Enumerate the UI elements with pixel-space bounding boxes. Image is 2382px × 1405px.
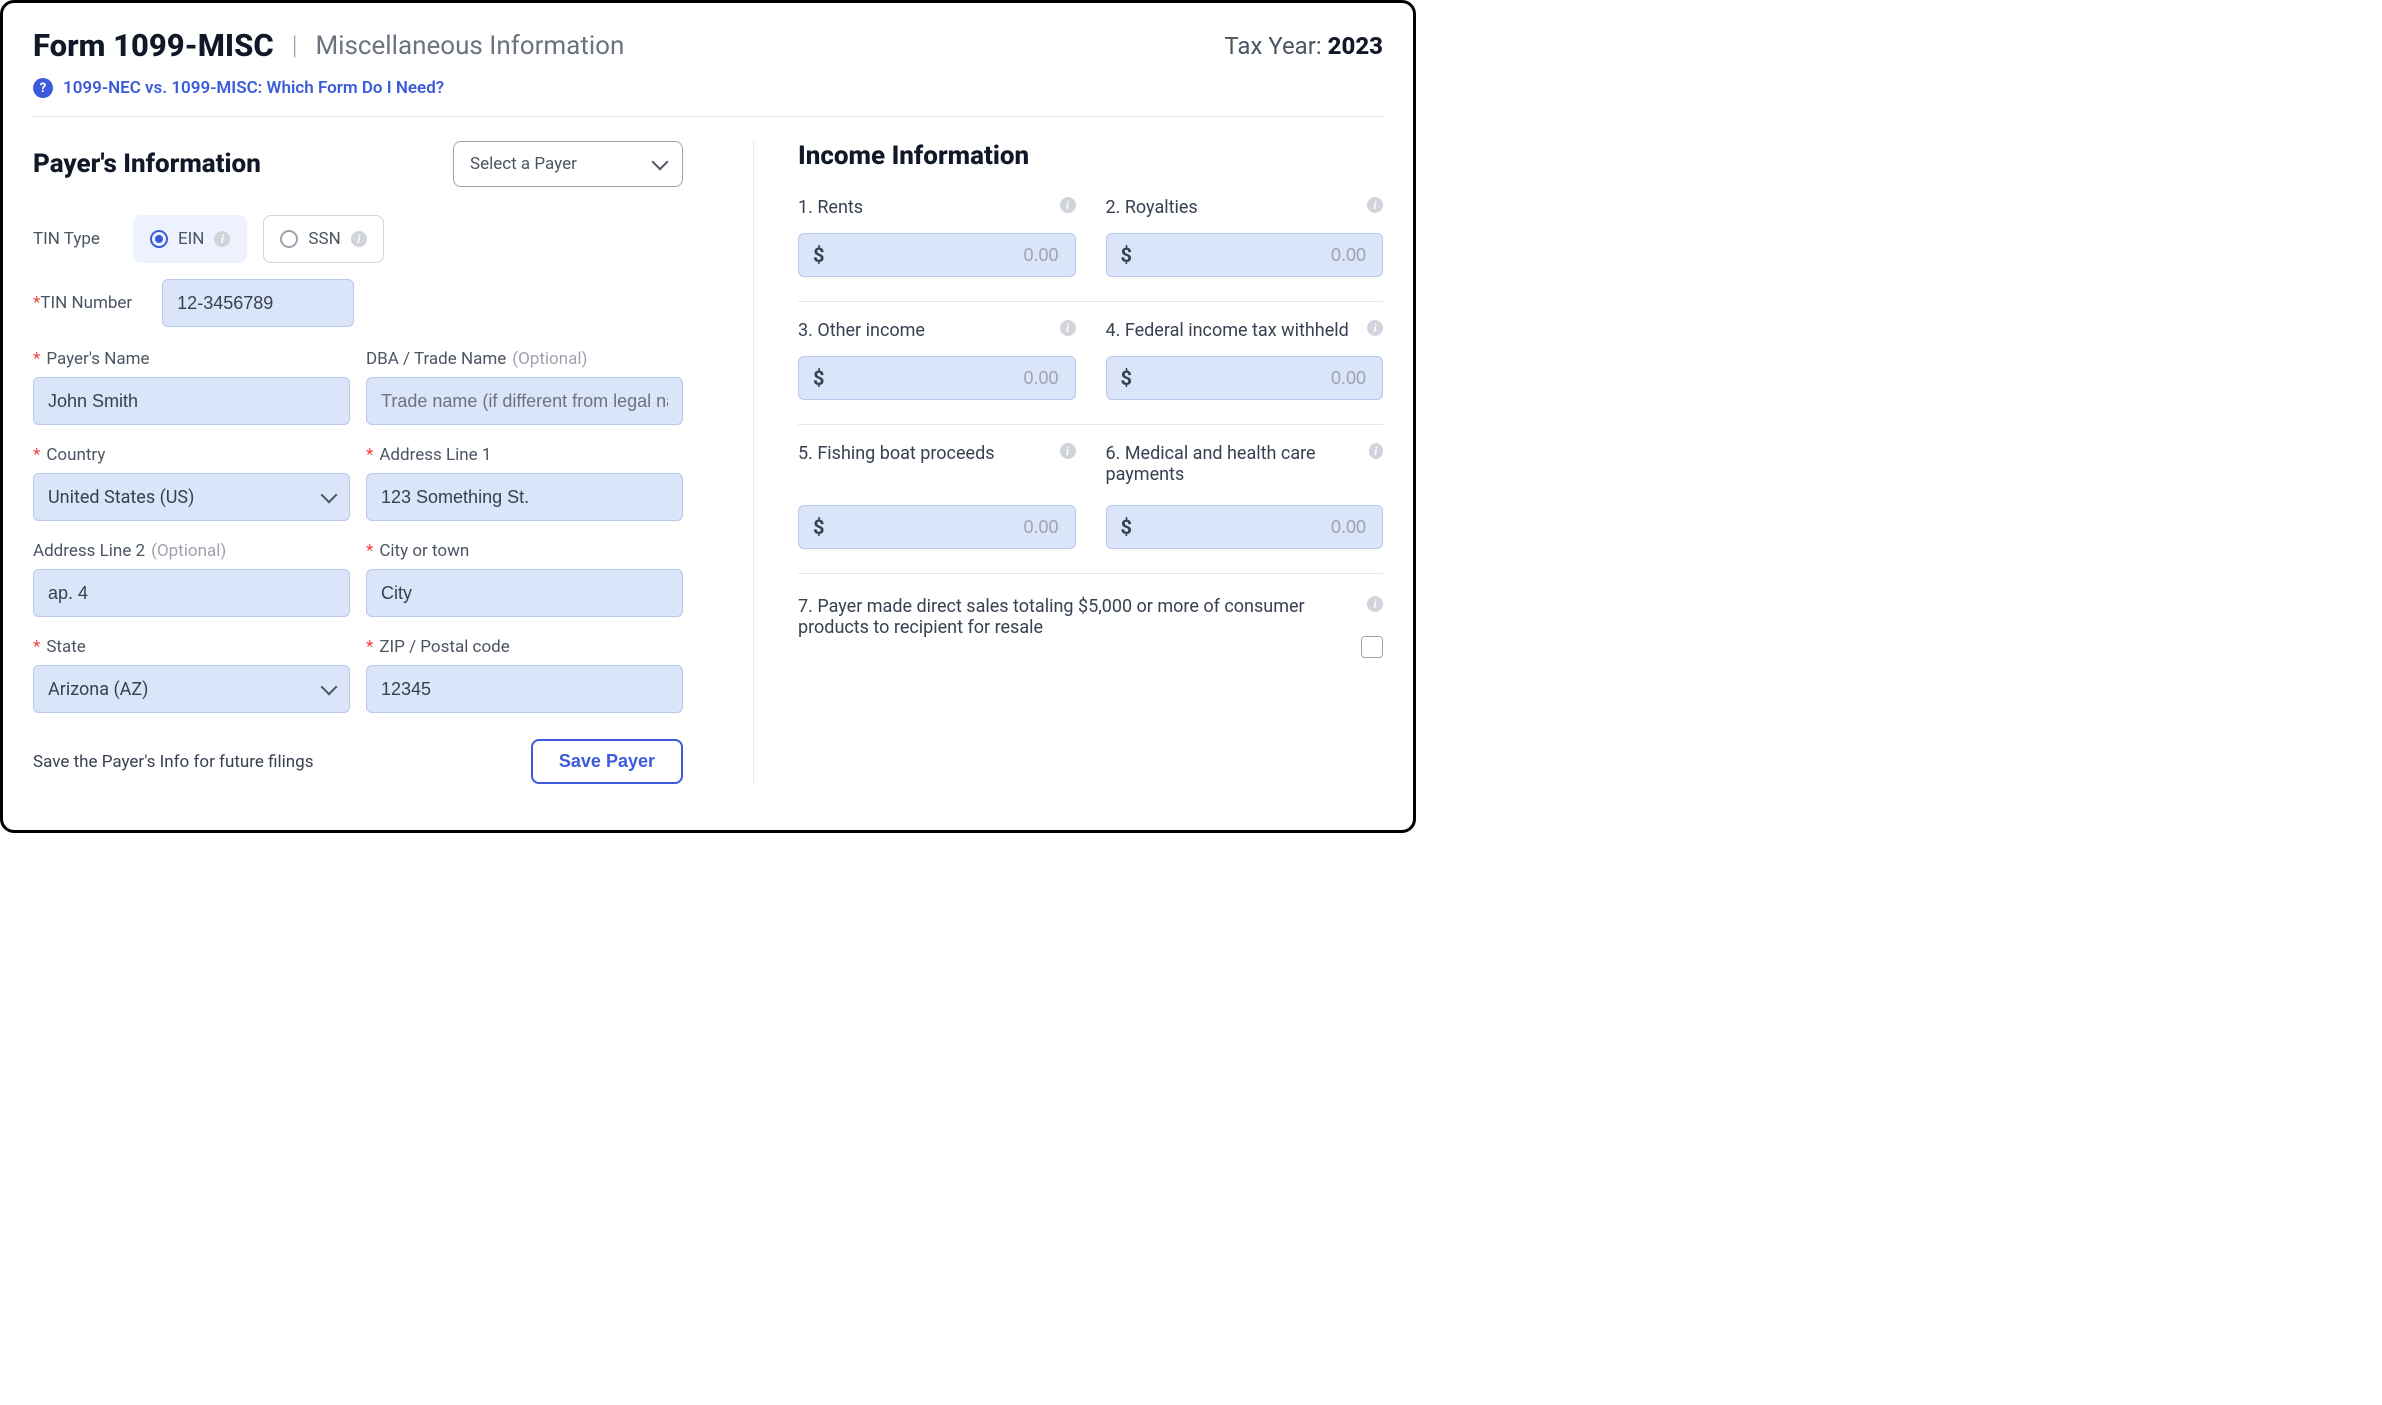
- tin-type-ssn-radio[interactable]: SSN: [263, 215, 383, 263]
- income-grid: 1. Rents $ 2. Royalties $ 3. Other inco: [798, 197, 1383, 658]
- direct-sales-checkbox[interactable]: [1361, 636, 1383, 658]
- chevron-down-icon: [321, 679, 338, 696]
- addr2-label: Address Line 2: [33, 541, 145, 561]
- tin-number-label: TIN Number: [40, 293, 132, 313]
- tin-type-label: TIN Type: [33, 229, 117, 249]
- dollar-icon: $: [813, 515, 824, 539]
- medical-input[interactable]: [1132, 516, 1368, 539]
- form-1099-misc-page: Form 1099-MISC | Miscellaneous Informati…: [0, 0, 1416, 833]
- info-icon[interactable]: [1367, 320, 1383, 336]
- other-income-input-wrap: $: [798, 356, 1076, 400]
- dollar-icon: $: [813, 243, 824, 267]
- dollar-icon: $: [1121, 366, 1132, 390]
- income-section: Income Information 1. Rents $ 2. Royalti…: [794, 141, 1383, 784]
- radio-unselected-icon: [280, 230, 298, 248]
- royalties-input-wrap: $: [1106, 233, 1384, 277]
- rents-label: 1. Rents: [798, 197, 863, 218]
- tin-type-row: TIN Type EIN SSN: [33, 215, 683, 263]
- info-icon[interactable]: [1367, 197, 1383, 213]
- country-label: Country: [46, 445, 105, 465]
- info-icon[interactable]: [1060, 443, 1076, 459]
- fed-withheld-input[interactable]: [1132, 367, 1368, 390]
- help-row: ? 1099-NEC vs. 1099-MISC: Which Form Do …: [33, 78, 1383, 98]
- payer-name-input[interactable]: [33, 377, 350, 425]
- direct-sales-label: 7. Payer made direct sales totaling $5,0…: [798, 596, 1338, 638]
- addr1-input[interactable]: [366, 473, 683, 521]
- payer-name-label: Payer's Name: [46, 349, 149, 369]
- royalties-label: 2. Royalties: [1106, 197, 1198, 218]
- form-subtitle: Miscellaneous Information: [315, 31, 624, 61]
- radio-selected-icon: [150, 230, 168, 248]
- city-label: City or town: [379, 541, 469, 561]
- save-payer-note: Save the Payer's Info for future filings: [33, 752, 314, 772]
- other-income-input[interactable]: [824, 367, 1060, 390]
- chevron-down-icon: [652, 154, 669, 171]
- header-divider: [33, 116, 1383, 117]
- income-divider: [798, 573, 1383, 574]
- form-title: Form 1099-MISC: [33, 27, 274, 64]
- rents-input-wrap: $: [798, 233, 1076, 277]
- info-icon[interactable]: [1060, 320, 1076, 336]
- info-icon[interactable]: [214, 231, 230, 247]
- info-icon[interactable]: [1367, 596, 1383, 612]
- state-label: State: [46, 637, 85, 657]
- medical-label: 6. Medical and health care payments: [1106, 443, 1369, 485]
- city-input[interactable]: [366, 569, 683, 617]
- fed-withheld-input-wrap: $: [1106, 356, 1384, 400]
- income-section-title: Income Information: [798, 141, 1383, 171]
- page-header: Form 1099-MISC | Miscellaneous Informati…: [33, 27, 1383, 64]
- save-payer-button[interactable]: Save Payer: [531, 739, 683, 784]
- fishing-input[interactable]: [824, 516, 1060, 539]
- direct-sales-row: 7. Payer made direct sales totaling $5,0…: [798, 596, 1383, 658]
- help-icon: ?: [33, 78, 53, 98]
- title-divider: |: [292, 31, 298, 61]
- royalties-input[interactable]: [1132, 244, 1368, 267]
- country-select[interactable]: United States (US): [33, 473, 350, 521]
- column-divider: [753, 141, 754, 784]
- payer-section-title: Payer's Information: [33, 149, 261, 179]
- select-payer-dropdown[interactable]: Select a Payer: [453, 141, 683, 187]
- payer-form-grid: *Payer's Name DBA / Trade Name (Optional…: [33, 349, 683, 713]
- save-payer-row: Save the Payer's Info for future filings…: [33, 739, 683, 784]
- other-income-label: 3. Other income: [798, 320, 925, 341]
- chevron-down-icon: [321, 487, 338, 504]
- zip-input[interactable]: [366, 665, 683, 713]
- tin-number-input[interactable]: [162, 279, 354, 327]
- zip-label: ZIP / Postal code: [379, 637, 509, 657]
- dba-input[interactable]: [366, 377, 683, 425]
- help-link[interactable]: 1099-NEC vs. 1099-MISC: Which Form Do I …: [63, 78, 444, 98]
- addr2-input[interactable]: [33, 569, 350, 617]
- dollar-icon: $: [1121, 515, 1132, 539]
- info-icon[interactable]: [1369, 443, 1383, 459]
- fed-withheld-label: 4. Federal income tax withheld: [1106, 320, 1349, 341]
- income-divider: [798, 301, 1383, 302]
- tin-type-ein-radio[interactable]: EIN: [133, 215, 247, 263]
- dba-label: DBA / Trade Name: [366, 349, 506, 369]
- rents-input[interactable]: [824, 244, 1060, 267]
- payer-section: Payer's Information Select a Payer TIN T…: [33, 141, 713, 784]
- fishing-label: 5. Fishing boat proceeds: [798, 443, 995, 464]
- dollar-icon: $: [813, 366, 824, 390]
- tax-year: Tax Year: 2023: [1224, 32, 1383, 60]
- fishing-input-wrap: $: [798, 505, 1076, 549]
- state-select[interactable]: Arizona (AZ): [33, 665, 350, 713]
- tin-number-row: *TIN Number: [33, 279, 683, 327]
- info-icon[interactable]: [351, 231, 367, 247]
- addr1-label: Address Line 1: [379, 445, 491, 465]
- info-icon[interactable]: [1060, 197, 1076, 213]
- income-divider: [798, 424, 1383, 425]
- dollar-icon: $: [1121, 243, 1132, 267]
- medical-input-wrap: $: [1106, 505, 1384, 549]
